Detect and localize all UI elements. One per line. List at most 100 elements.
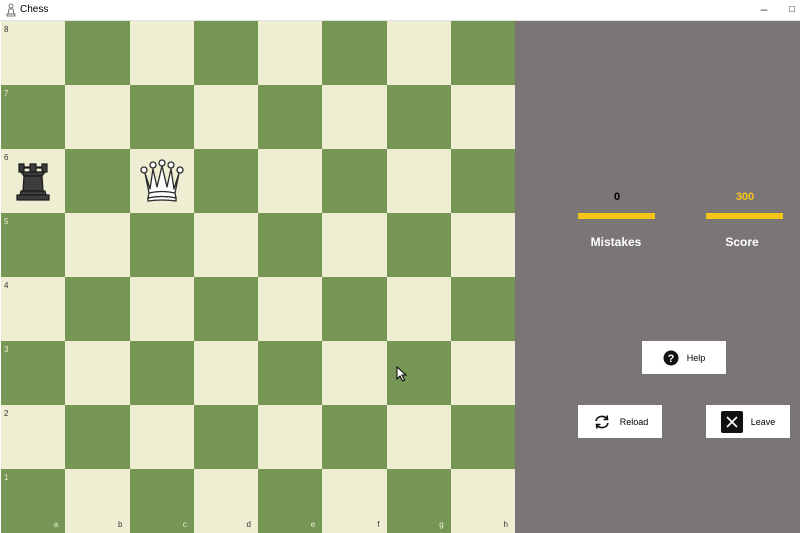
square-e3[interactable]: [258, 341, 323, 405]
square-c8[interactable]: [129, 21, 194, 85]
side-panel: 0 Mistakes 300 Score ? Help Reload Leave: [515, 21, 800, 533]
square-g8[interactable]: [386, 21, 451, 85]
square-f5[interactable]: [322, 213, 387, 277]
square-b7[interactable]: [65, 85, 130, 149]
file-label-b: b: [118, 520, 123, 529]
leave-label: Leave: [750, 416, 776, 427]
question-circle-icon: ?: [663, 350, 679, 365]
window-titlebar: Chess – □: [0, 0, 800, 21]
file-label-f: f: [377, 520, 380, 529]
square-e2[interactable]: [258, 405, 323, 469]
square-c5[interactable]: [129, 213, 194, 277]
reload-label: Reload: [619, 416, 649, 427]
square-c3[interactable]: [129, 341, 194, 405]
mistakes-bar: [578, 213, 655, 219]
score-value: 300: [735, 191, 755, 203]
square-b2[interactable]: [65, 405, 130, 469]
square-b5[interactable]: [65, 213, 130, 277]
square-d5[interactable]: [193, 213, 258, 277]
square-h3[interactable]: [450, 341, 515, 405]
rank-label-6: 6: [4, 153, 9, 162]
square-d2[interactable]: [193, 405, 258, 469]
square-d8[interactable]: [193, 21, 258, 85]
square-f4[interactable]: [322, 277, 387, 341]
square-b3[interactable]: [65, 341, 130, 405]
square-f8[interactable]: [322, 21, 387, 85]
file-label-c: c: [182, 520, 187, 529]
rank-label-4: 4: [4, 281, 9, 290]
score-label: Score: [725, 235, 759, 249]
square-g7[interactable]: [386, 85, 451, 149]
square-b4[interactable]: [65, 277, 130, 341]
square-b6[interactable]: [65, 149, 130, 213]
rank-label-1: 1: [4, 473, 9, 482]
maximize-button[interactable]: □: [784, 0, 800, 20]
rank-label-8: 8: [4, 25, 9, 34]
square-g5[interactable]: [386, 213, 451, 277]
square-c4[interactable]: [129, 277, 194, 341]
leave-button[interactable]: Leave: [706, 405, 790, 438]
square-h7[interactable]: [450, 85, 515, 149]
rank-label-3: 3: [4, 345, 9, 354]
square-d1[interactable]: d: [193, 469, 258, 533]
square-c2[interactable]: [129, 405, 194, 469]
help-label: Help: [686, 352, 706, 363]
square-g2[interactable]: [386, 405, 451, 469]
square-f6[interactable]: [322, 149, 387, 213]
square-a2[interactable]: 2: [1, 405, 66, 469]
chess-board: 87654321abcdefgh: [1, 21, 515, 533]
square-d4[interactable]: [193, 277, 258, 341]
square-d3[interactable]: [193, 341, 258, 405]
refresh-arrows-icon: [594, 414, 609, 429]
square-b8[interactable]: [65, 21, 130, 85]
square-a8[interactable]: 8: [1, 21, 66, 85]
square-h4[interactable]: [450, 277, 515, 341]
square-g1[interactable]: g: [386, 469, 451, 533]
rank-label-7: 7: [4, 89, 9, 98]
square-h2[interactable]: [450, 405, 515, 469]
close-x-icon: [720, 410, 743, 433]
help-button[interactable]: ? Help: [642, 341, 726, 374]
square-h5[interactable]: [450, 213, 515, 277]
square-e7[interactable]: [258, 85, 323, 149]
square-e6[interactable]: [258, 149, 323, 213]
mistakes-value: 0: [613, 191, 621, 203]
square-h8[interactable]: [450, 21, 515, 85]
square-a5[interactable]: 5: [1, 213, 66, 277]
square-c6[interactable]: [129, 149, 194, 213]
square-a3[interactable]: 3: [1, 341, 66, 405]
square-d7[interactable]: [193, 85, 258, 149]
square-f2[interactable]: [322, 405, 387, 469]
square-e4[interactable]: [258, 277, 323, 341]
file-label-h: h: [503, 520, 508, 529]
white-queen-icon[interactable]: [138, 157, 186, 205]
score-bar: [706, 213, 783, 219]
reload-button[interactable]: Reload: [578, 405, 662, 438]
square-d6[interactable]: [193, 149, 258, 213]
square-a1[interactable]: 1a: [1, 469, 66, 533]
svg-text:?: ?: [667, 353, 674, 365]
black-rook-icon[interactable]: [9, 157, 57, 205]
file-label-d: d: [246, 520, 251, 529]
square-h1[interactable]: h: [450, 469, 515, 533]
square-e8[interactable]: [258, 21, 323, 85]
square-f3[interactable]: [322, 341, 387, 405]
square-c1[interactable]: c: [129, 469, 194, 533]
square-f7[interactable]: [322, 85, 387, 149]
file-label-a: a: [53, 520, 59, 529]
square-g3[interactable]: [386, 341, 451, 405]
square-h6[interactable]: [450, 149, 515, 213]
square-a7[interactable]: 7: [1, 85, 66, 149]
square-g6[interactable]: [386, 149, 451, 213]
square-e5[interactable]: [258, 213, 323, 277]
square-b1[interactable]: b: [65, 469, 130, 533]
square-c7[interactable]: [129, 85, 194, 149]
rank-label-2: 2: [4, 409, 9, 418]
square-f1[interactable]: f: [322, 469, 387, 533]
square-a6[interactable]: 6: [1, 149, 66, 213]
square-g4[interactable]: [386, 277, 451, 341]
minimize-button[interactable]: –: [756, 0, 772, 20]
square-e1[interactable]: e: [258, 469, 323, 533]
mistakes-label: Mistakes: [590, 235, 642, 249]
square-a4[interactable]: 4: [1, 277, 66, 341]
